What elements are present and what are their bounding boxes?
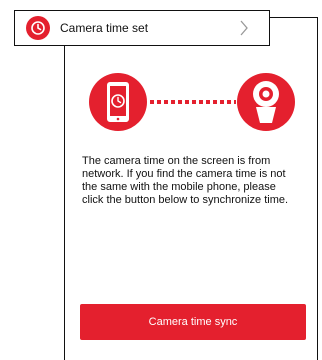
chevron-right-icon — [239, 20, 249, 36]
camera-icon — [237, 73, 295, 131]
camera-time-set-row[interactable]: Camera time set — [14, 10, 270, 46]
sync-illustration — [89, 73, 295, 131]
camera-time-sync-button[interactable]: Camera time sync — [80, 304, 306, 340]
phone-clock-icon — [89, 73, 147, 131]
clock-icon — [26, 16, 50, 40]
sync-button-label: Camera time sync — [148, 316, 238, 328]
description-text: The camera time on the screen is from ne… — [82, 155, 289, 206]
row-title: Camera time set — [60, 21, 149, 35]
